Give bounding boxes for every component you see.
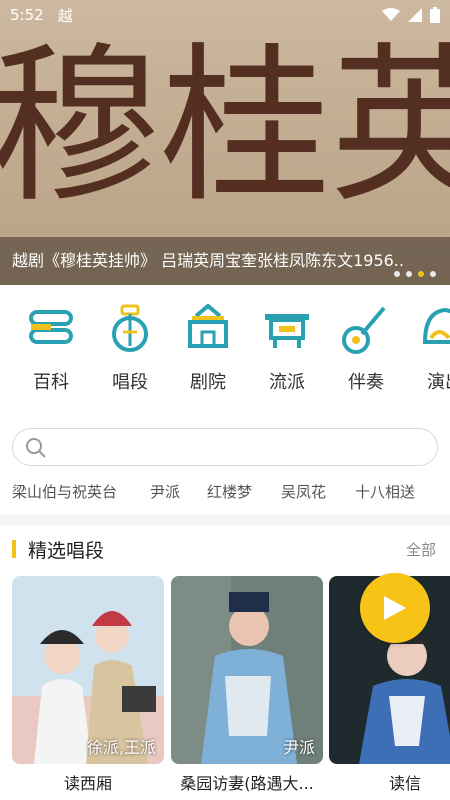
carousel-dot[interactable]: [430, 271, 436, 277]
hot-tags: 梁山伯与祝英台 尹派 红楼梦 吴凤花 十八相送: [0, 478, 450, 504]
card-thumbnail: 尹派: [171, 576, 323, 764]
signal-icon: [408, 8, 422, 22]
category-school[interactable]: 流派: [252, 296, 322, 394]
carousel-dot-active[interactable]: [418, 271, 424, 277]
category-label: 流派: [269, 372, 305, 393]
banner-carousel[interactable]: 穆桂英挂帅 5:52 越 越剧《穆桂英挂帅》 吕瑞英周宝奎张桂凤陈东文1956.…: [0, 0, 450, 285]
section-divider: [0, 515, 450, 525]
card-title: 读西厢: [63, 774, 112, 793]
banner-caption[interactable]: 越剧《穆桂英挂帅》 吕瑞英周宝奎张桂凤陈东文1956..: [0, 237, 450, 285]
card-title: 桑园访妻(路遇大...: [180, 774, 314, 793]
section-accent-bar: [12, 540, 16, 558]
theater-icon: [188, 303, 228, 348]
battery-icon: [430, 7, 440, 23]
status-time: 5:52: [10, 6, 44, 24]
search-icon: [26, 438, 46, 458]
carousel-dot[interactable]: [406, 271, 412, 277]
hot-tag[interactable]: 尹派: [150, 481, 180, 502]
view-all-link[interactable]: 全部: [406, 539, 436, 560]
category-label: 剧院: [190, 372, 226, 393]
wifi-icon: [382, 8, 400, 21]
encyclopedia-icon: [29, 310, 73, 344]
aria-card[interactable]: 尹派 桑园访妻(路遇大...: [171, 576, 323, 800]
section-title: 精选唱段: [28, 540, 105, 562]
hot-tag[interactable]: 梁山伯与祝英台: [12, 481, 117, 502]
status-app-tag: 越: [57, 6, 73, 25]
hot-tag[interactable]: 十八相送: [355, 481, 415, 502]
aria-card[interactable]: 徐派,王派 读西厢: [12, 576, 164, 800]
category-label: 百科: [33, 372, 69, 393]
card-school-tag: 徐派,王派: [86, 738, 156, 757]
pipa-icon: [112, 304, 148, 352]
carousel-dots: [394, 271, 436, 277]
category-label: 唱段: [112, 372, 148, 393]
category-label: 伴奏: [348, 372, 384, 393]
category-performance[interactable]: 演出: [410, 296, 450, 394]
category-accompaniment[interactable]: 伴奏: [331, 296, 401, 394]
instrument-icon: [342, 306, 386, 354]
play-button[interactable]: [360, 573, 430, 643]
category-nav: 百科 唱段 剧院 流派 伴奏 演: [0, 296, 450, 416]
hot-tag[interactable]: 吴凤花: [281, 481, 326, 502]
play-icon: [384, 596, 406, 620]
category-label: 演出: [427, 372, 450, 393]
performance-icon: [422, 307, 450, 344]
search-input[interactable]: [59, 433, 419, 461]
svg-text:穆桂英挂帅: 穆桂英挂帅: [0, 28, 450, 226]
search-bar[interactable]: [12, 428, 438, 466]
category-arias[interactable]: 唱段: [95, 296, 165, 394]
category-theater[interactable]: 剧院: [173, 296, 243, 394]
card-thumbnail: 徐派,王派: [12, 576, 164, 764]
school-icon: [265, 314, 309, 348]
hot-tag[interactable]: 红楼梦: [207, 481, 252, 502]
category-encyclopedia[interactable]: 百科: [16, 296, 86, 394]
banner-image: 穆桂英挂帅: [0, 28, 450, 226]
carousel-dot[interactable]: [394, 271, 400, 277]
status-bar: 5:52 越: [0, 0, 450, 30]
card-title: 读信: [388, 774, 421, 793]
card-school-tag: 尹派: [282, 738, 315, 757]
